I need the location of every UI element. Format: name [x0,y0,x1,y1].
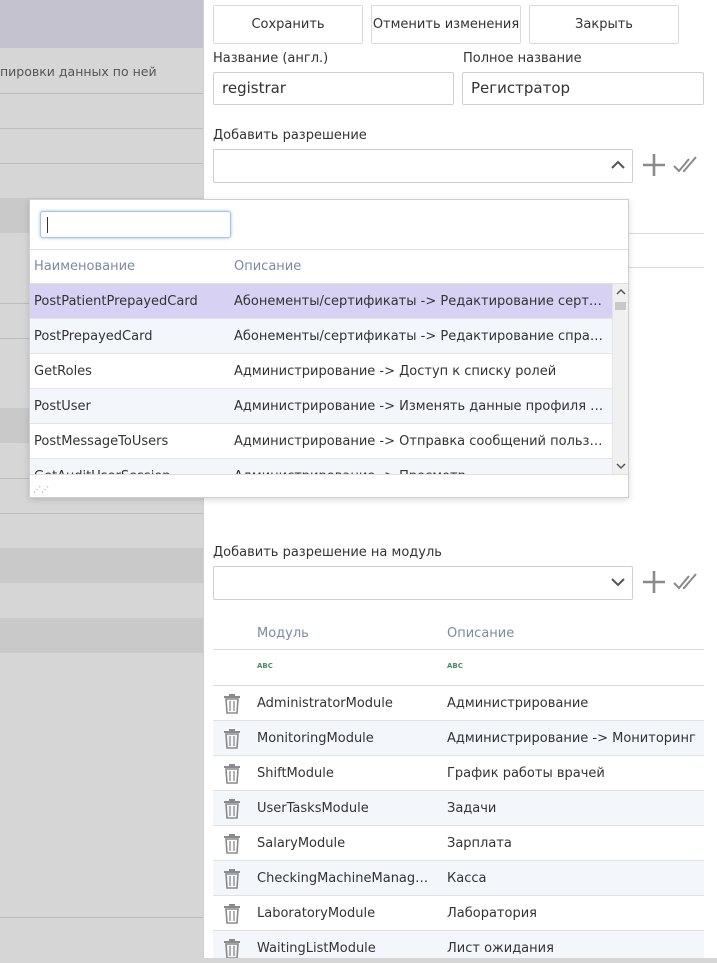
module-name: LaboratoryModule [257,906,376,921]
permission-description: Абонементы/сертификаты -> Редактирование… [234,294,606,309]
trash-icon[interactable] [222,903,242,924]
chevron-up-icon [611,160,625,169]
module-name: SalaryModule [257,836,346,851]
permission-description: Администрирование -> Отправка сообщений … [234,434,606,449]
module-description: Зарплата [447,836,512,851]
module-name: WaitingListModule [257,941,376,956]
modules-grid: Модуль Описание ABC ABC AdministratorMod… [213,617,704,958]
module-row[interactable]: WaitingListModule Лист ожидания [213,931,704,958]
permission-description: Администрирование -> Доступ к списку рол… [234,364,557,379]
module-name: UserTasksModule [257,801,369,816]
permission-list-scrollbar[interactable] [612,284,628,474]
add-all-permissions-double-check-icon[interactable] [672,151,700,179]
trash-icon[interactable] [222,763,242,784]
module-description: Касса [447,871,487,886]
permission-name: PostPatientPrepayedCard [34,294,198,309]
permission-dropdown-popup: Наименование Описание PostPatientPrepaye… [29,199,629,498]
permission-list-header: Наименование Описание [30,249,628,284]
cancel-changes-button[interactable]: Отменить изменения [371,5,521,44]
module-description: Задачи [447,801,497,816]
module-row[interactable]: UserTasksModule Задачи [213,791,704,826]
permission-list-item[interactable]: PostPrepayedCard Абонементы/сертификаты -… [30,319,612,354]
full-name-label: Полное название [463,51,582,66]
trash-icon[interactable] [222,868,242,889]
trash-icon[interactable] [222,728,242,749]
add-module-permission-label: Добавить разрешение на модуль [213,545,442,560]
modules-grid-filter-row: ABC ABC [213,650,704,686]
text-caret [47,217,48,233]
background-column-caption: пировки данных по ней [0,64,157,79]
module-row[interactable]: LaboratoryModule Лаборатория [213,896,704,931]
permission-list-item[interactable]: GetAuditUserSessionАдминистрирование -> … [30,459,612,474]
module-name: AdministratorModule [257,696,393,711]
permission-search-input[interactable] [40,211,231,238]
text-filter-icon[interactable]: ABC [447,662,463,670]
scrollbar-thumb[interactable] [615,302,626,310]
module-name: MonitoringModule [257,731,374,746]
scroll-up-icon[interactable] [616,287,626,297]
permission-list-item[interactable]: PostUser Администрирование -> Изменять да… [30,389,612,424]
add-permission-label: Добавить разрешение [213,128,367,143]
background-row-divider [0,93,205,94]
column-header-description[interactable]: Описание [447,626,514,641]
resize-grip-icon[interactable]: ⋰⋰ [33,485,49,494]
module-description: Администрирование [447,696,589,711]
column-header-description[interactable]: Описание [234,259,301,274]
background-row-divider [0,513,205,514]
module-name: CheckingMachineManagerModule [257,871,433,886]
background-row-divider [0,128,205,129]
add-module-plus-icon[interactable] [640,568,668,596]
full-name-input[interactable]: Регистратор [462,72,704,105]
trash-icon[interactable] [222,938,242,958]
permission-name: PostPrepayedCard [34,329,153,344]
background-row-band [0,548,205,583]
module-description: Лист ожидания [447,941,554,956]
trash-icon[interactable] [222,798,242,819]
module-row[interactable]: CheckingMachineManagerModule Касса [213,861,704,896]
permission-name: PostUser [34,399,91,414]
background-footer-divider [0,917,205,918]
add-all-modules-double-check-icon[interactable] [672,568,700,596]
save-button[interactable]: Сохранить [213,5,363,44]
column-header-name[interactable]: Наименование [34,259,135,274]
module-row[interactable]: SalaryModule Зарплата [213,826,704,861]
add-permission-plus-icon[interactable] [640,151,668,179]
permission-description: Администрирование -> Изменять данные про… [234,399,606,414]
popup-footer: ⋰⋰ [30,474,628,497]
module-row[interactable]: AdministratorModule Администрирование [213,686,704,721]
module-description: График работы врачей [447,766,605,781]
permission-name: GetRoles [34,364,92,379]
trash-icon[interactable] [222,833,242,854]
permission-list-item[interactable]: PostPatientPrepayedCard Абонементы/сертиф… [30,284,612,319]
module-row[interactable]: ShiftModule График работы врачей [213,756,704,791]
scroll-down-icon[interactable] [616,461,626,471]
text-filter-icon[interactable]: ABC [257,662,273,670]
permission-description: Абонементы/сертификаты -> Редактирование… [234,329,606,344]
modules-grid-header: Модуль Описание [213,617,704,650]
column-header-module[interactable]: Модуль [257,626,309,641]
module-description: Администрирование -> Мониторинг [447,731,696,746]
permission-list-item[interactable]: GetRoles Администрирование -> Доступ к сп… [30,354,612,389]
permission-name: PostMessageToUsers [34,434,169,449]
permission-list: PostPatientPrepayedCard Абонементы/сертиф… [30,284,612,474]
trash-icon[interactable] [222,693,242,714]
permission-list-item[interactable]: PostMessageToUsers Администрирование -> О… [30,424,612,459]
name-en-label: Название (англ.) [213,51,329,66]
module-description: Лаборатория [447,906,537,921]
background-header [0,0,205,48]
name-en-input[interactable]: registrar [213,72,454,105]
chevron-down-icon [611,578,625,587]
background-row-divider [0,163,205,164]
module-row[interactable]: MonitoringModule Администрирование -> Мон… [213,721,704,756]
close-button[interactable]: Закрыть [529,5,679,44]
module-name: ShiftModule [257,766,334,781]
add-permission-combobox[interactable] [213,149,633,183]
background-row-band [0,618,205,653]
add-module-permission-combobox[interactable] [213,566,633,600]
